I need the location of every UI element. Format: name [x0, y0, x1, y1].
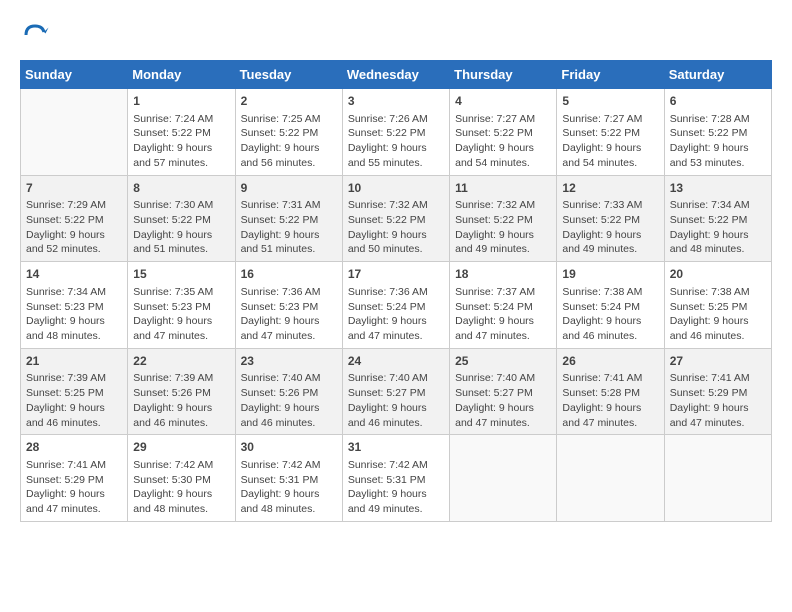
- day-cell: 23Sunrise: 7:40 AMSunset: 5:26 PMDayligh…: [235, 348, 342, 435]
- calendar-table: SundayMondayTuesdayWednesdayThursdayFrid…: [20, 60, 772, 522]
- day-number: 25: [455, 353, 551, 370]
- day-number: 3: [348, 93, 444, 110]
- col-header-friday: Friday: [557, 61, 664, 89]
- day-number: 10: [348, 180, 444, 197]
- day-number: 1: [133, 93, 229, 110]
- day-cell: 19Sunrise: 7:38 AMSunset: 5:24 PMDayligh…: [557, 262, 664, 349]
- day-number: 30: [241, 439, 337, 456]
- day-number: 15: [133, 266, 229, 283]
- logo: [20, 20, 54, 50]
- day-cell: 21Sunrise: 7:39 AMSunset: 5:25 PMDayligh…: [21, 348, 128, 435]
- day-cell: 1Sunrise: 7:24 AMSunset: 5:22 PMDaylight…: [128, 89, 235, 176]
- day-cell: 26Sunrise: 7:41 AMSunset: 5:28 PMDayligh…: [557, 348, 664, 435]
- day-number: 4: [455, 93, 551, 110]
- day-number: 13: [670, 180, 766, 197]
- day-cell: 2Sunrise: 7:25 AMSunset: 5:22 PMDaylight…: [235, 89, 342, 176]
- week-row-4: 21Sunrise: 7:39 AMSunset: 5:25 PMDayligh…: [21, 348, 772, 435]
- day-cell: 28Sunrise: 7:41 AMSunset: 5:29 PMDayligh…: [21, 435, 128, 522]
- week-row-3: 14Sunrise: 7:34 AMSunset: 5:23 PMDayligh…: [21, 262, 772, 349]
- day-number: 21: [26, 353, 122, 370]
- week-row-1: 1Sunrise: 7:24 AMSunset: 5:22 PMDaylight…: [21, 89, 772, 176]
- day-cell: 10Sunrise: 7:32 AMSunset: 5:22 PMDayligh…: [342, 175, 449, 262]
- day-cell: 6Sunrise: 7:28 AMSunset: 5:22 PMDaylight…: [664, 89, 771, 176]
- day-cell: [450, 435, 557, 522]
- day-cell: [557, 435, 664, 522]
- col-header-sunday: Sunday: [21, 61, 128, 89]
- day-number: 18: [455, 266, 551, 283]
- day-number: 6: [670, 93, 766, 110]
- day-number: 23: [241, 353, 337, 370]
- day-cell: 27Sunrise: 7:41 AMSunset: 5:29 PMDayligh…: [664, 348, 771, 435]
- col-header-thursday: Thursday: [450, 61, 557, 89]
- day-number: 29: [133, 439, 229, 456]
- col-header-tuesday: Tuesday: [235, 61, 342, 89]
- day-number: 27: [670, 353, 766, 370]
- week-row-2: 7Sunrise: 7:29 AMSunset: 5:22 PMDaylight…: [21, 175, 772, 262]
- day-cell: [664, 435, 771, 522]
- day-cell: 5Sunrise: 7:27 AMSunset: 5:22 PMDaylight…: [557, 89, 664, 176]
- day-cell: 13Sunrise: 7:34 AMSunset: 5:22 PMDayligh…: [664, 175, 771, 262]
- day-number: 22: [133, 353, 229, 370]
- day-number: 31: [348, 439, 444, 456]
- calendar-body: 1Sunrise: 7:24 AMSunset: 5:22 PMDaylight…: [21, 89, 772, 522]
- day-number: 14: [26, 266, 122, 283]
- day-number: 24: [348, 353, 444, 370]
- week-row-5: 28Sunrise: 7:41 AMSunset: 5:29 PMDayligh…: [21, 435, 772, 522]
- day-cell: 17Sunrise: 7:36 AMSunset: 5:24 PMDayligh…: [342, 262, 449, 349]
- day-number: 2: [241, 93, 337, 110]
- col-header-saturday: Saturday: [664, 61, 771, 89]
- day-number: 17: [348, 266, 444, 283]
- day-number: 12: [562, 180, 658, 197]
- header-row: SundayMondayTuesdayWednesdayThursdayFrid…: [21, 61, 772, 89]
- col-header-wednesday: Wednesday: [342, 61, 449, 89]
- day-cell: [21, 89, 128, 176]
- day-cell: 20Sunrise: 7:38 AMSunset: 5:25 PMDayligh…: [664, 262, 771, 349]
- page-header: [20, 20, 772, 50]
- day-cell: 3Sunrise: 7:26 AMSunset: 5:22 PMDaylight…: [342, 89, 449, 176]
- day-number: 16: [241, 266, 337, 283]
- day-cell: 18Sunrise: 7:37 AMSunset: 5:24 PMDayligh…: [450, 262, 557, 349]
- day-number: 5: [562, 93, 658, 110]
- col-header-monday: Monday: [128, 61, 235, 89]
- day-number: 19: [562, 266, 658, 283]
- day-cell: 11Sunrise: 7:32 AMSunset: 5:22 PMDayligh…: [450, 175, 557, 262]
- day-number: 7: [26, 180, 122, 197]
- day-cell: 12Sunrise: 7:33 AMSunset: 5:22 PMDayligh…: [557, 175, 664, 262]
- day-cell: 9Sunrise: 7:31 AMSunset: 5:22 PMDaylight…: [235, 175, 342, 262]
- day-number: 11: [455, 180, 551, 197]
- logo-icon: [20, 20, 50, 50]
- day-number: 28: [26, 439, 122, 456]
- day-cell: 30Sunrise: 7:42 AMSunset: 5:31 PMDayligh…: [235, 435, 342, 522]
- day-cell: 24Sunrise: 7:40 AMSunset: 5:27 PMDayligh…: [342, 348, 449, 435]
- day-cell: 14Sunrise: 7:34 AMSunset: 5:23 PMDayligh…: [21, 262, 128, 349]
- day-cell: 4Sunrise: 7:27 AMSunset: 5:22 PMDaylight…: [450, 89, 557, 176]
- day-cell: 22Sunrise: 7:39 AMSunset: 5:26 PMDayligh…: [128, 348, 235, 435]
- day-cell: 7Sunrise: 7:29 AMSunset: 5:22 PMDaylight…: [21, 175, 128, 262]
- day-number: 20: [670, 266, 766, 283]
- day-cell: 25Sunrise: 7:40 AMSunset: 5:27 PMDayligh…: [450, 348, 557, 435]
- day-number: 8: [133, 180, 229, 197]
- day-cell: 16Sunrise: 7:36 AMSunset: 5:23 PMDayligh…: [235, 262, 342, 349]
- day-cell: 15Sunrise: 7:35 AMSunset: 5:23 PMDayligh…: [128, 262, 235, 349]
- day-cell: 31Sunrise: 7:42 AMSunset: 5:31 PMDayligh…: [342, 435, 449, 522]
- day-cell: 8Sunrise: 7:30 AMSunset: 5:22 PMDaylight…: [128, 175, 235, 262]
- day-number: 9: [241, 180, 337, 197]
- day-cell: 29Sunrise: 7:42 AMSunset: 5:30 PMDayligh…: [128, 435, 235, 522]
- day-number: 26: [562, 353, 658, 370]
- calendar-header: SundayMondayTuesdayWednesdayThursdayFrid…: [21, 61, 772, 89]
